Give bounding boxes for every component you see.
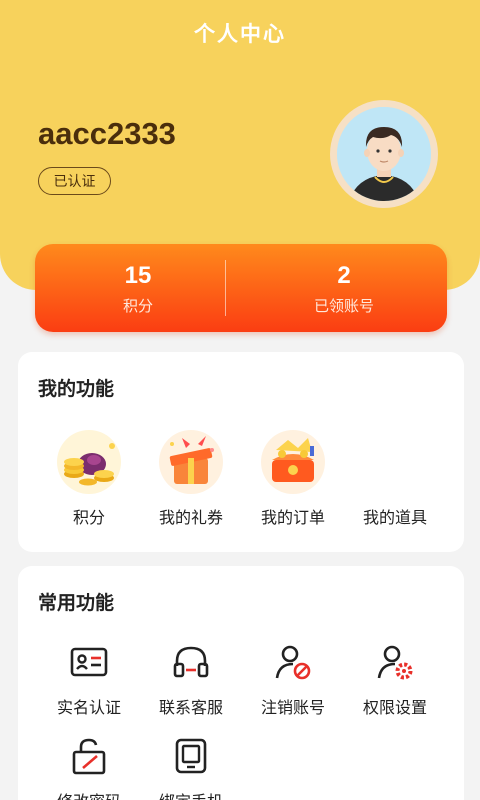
util-item-change-password-label: 修改密码	[34, 788, 144, 800]
user-remove-icon	[273, 642, 313, 682]
my-functions-title: 我的功能	[38, 378, 115, 400]
util-item-real-name-label: 实名认证	[56, 698, 121, 717]
common-functions-title: 常用功能	[38, 592, 115, 614]
username: aacc2333	[38, 116, 176, 151]
phone-icon	[171, 736, 211, 776]
func-item-props-label: 我的道具	[362, 508, 427, 527]
gold-coins-icon	[54, 426, 124, 496]
headphones-icon	[171, 642, 211, 682]
func-item-coupons-label: 我的礼券	[158, 508, 223, 527]
props-icon-placeholder	[360, 426, 430, 496]
func-item-orders[interactable]: 我的订单	[238, 426, 348, 528]
stat-claimed-accounts-label: 已领账号	[313, 297, 374, 315]
func-item-props[interactable]: 我的道具	[340, 426, 450, 528]
treasure-chest-icon	[258, 426, 328, 496]
stat-points[interactable]: 15 积分	[35, 244, 241, 332]
util-item-customer-service[interactable]: 联系客服	[136, 642, 246, 718]
util-item-permissions[interactable]: 权限设置	[340, 642, 450, 718]
stats-card: 15 积分 2 已领账号	[35, 244, 447, 332]
func-item-orders-label: 我的订单	[260, 508, 325, 527]
stat-claimed-accounts-value: 2	[337, 262, 351, 289]
util-item-real-name[interactable]: 实名认证	[34, 642, 144, 718]
util-item-deactivate-label: 注销账号	[260, 698, 325, 717]
stat-points-label: 积分	[122, 297, 153, 315]
avatar[interactable]	[330, 100, 438, 208]
util-item-bind-phone[interactable]: 绑定手机	[136, 736, 246, 800]
func-item-points-label: 积分	[72, 508, 105, 527]
lock-edit-icon	[69, 736, 109, 776]
gift-box-icon	[156, 426, 226, 496]
stats-divider	[225, 260, 226, 316]
avatar-image	[337, 107, 431, 201]
func-item-coupons[interactable]: 我的礼券	[136, 426, 246, 528]
util-item-customer-service-label: 联系客服	[158, 698, 223, 717]
id-card-icon	[69, 642, 109, 682]
user-settings-icon	[375, 642, 415, 682]
util-item-permissions-label: 权限设置	[362, 698, 427, 717]
verified-badge: 已认证	[38, 167, 111, 195]
stat-points-value: 15	[124, 262, 152, 289]
util-item-deactivate[interactable]: 注销账号	[238, 642, 348, 718]
util-item-change-password[interactable]: 修改密码	[34, 736, 144, 800]
stat-claimed-accounts[interactable]: 2 已领账号	[241, 244, 447, 332]
page-title: 个人中心	[194, 22, 286, 46]
my-functions-card: 我的功能 积分 我的礼券 我的订单 我的道具	[18, 352, 464, 552]
common-functions-card: 常用功能 实名认证 联系客服 注销账号 权限设置	[18, 566, 464, 800]
func-item-points[interactable]: 积分	[34, 426, 144, 528]
util-item-bind-phone-label: 绑定手机	[136, 788, 246, 800]
